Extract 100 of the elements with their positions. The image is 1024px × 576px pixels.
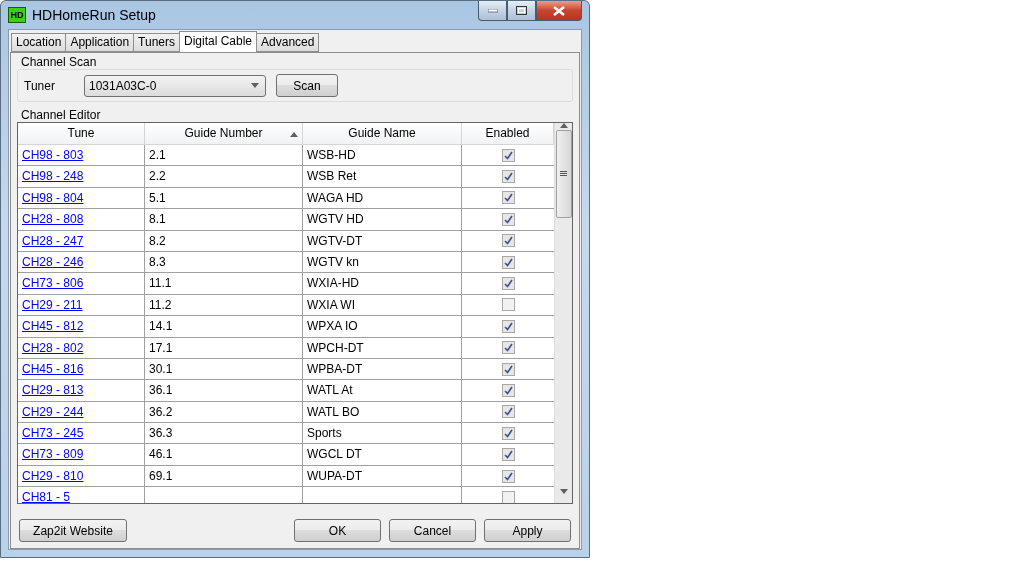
- table-cell: 30.1: [145, 358, 303, 381]
- check-icon: [503, 386, 513, 395]
- scroll-thumb[interactable]: [555, 130, 572, 218]
- enabled-checkbox[interactable]: [501, 469, 515, 483]
- table-cell: WUPA-DT: [303, 465, 462, 488]
- tune-link[interactable]: CH45 - 812: [22, 319, 84, 334]
- sort-arrow-icon: [290, 132, 298, 137]
- enabled-checkbox[interactable]: [501, 426, 515, 440]
- table-cell: 69.1: [145, 465, 303, 488]
- tune-link[interactable]: CH29 - 810: [22, 468, 84, 483]
- window-title: HDHomeRun Setup: [32, 7, 156, 23]
- enabled-checkbox[interactable]: [501, 170, 515, 184]
- check-icon: [503, 172, 513, 182]
- table-cell: WATL BO: [303, 401, 462, 424]
- tab[interactable]: Application: [65, 33, 135, 52]
- dialog-button[interactable]: OK: [294, 519, 381, 542]
- enabled-checkbox[interactable]: [501, 448, 515, 462]
- table-cell: WSB-HD: [303, 145, 462, 167]
- table-cell: WATL At: [303, 380, 462, 402]
- table-cell: WAGA HD: [303, 187, 462, 210]
- close-icon: [553, 5, 565, 16]
- dialog-button[interactable]: Apply: [484, 519, 571, 542]
- app-logo: HD: [8, 7, 26, 23]
- tune-link[interactable]: CH73 - 809: [22, 447, 84, 462]
- table-cell: WSB Ret: [303, 166, 462, 188]
- enabled-checkbox[interactable]: [501, 298, 515, 312]
- tuner-dropdown[interactable]: 1031A03C-0: [84, 74, 266, 97]
- table-cell: WXIA WI: [303, 294, 462, 317]
- tune-link[interactable]: CH29 - 244: [22, 404, 84, 419]
- tune-link[interactable]: CH73 - 245: [22, 426, 84, 441]
- check-icon: [503, 193, 513, 203]
- enabled-checkbox[interactable]: [501, 212, 515, 226]
- group-title: Channel Editor: [21, 108, 102, 122]
- table-cell: 8.3: [145, 251, 303, 274]
- enabled-checkbox[interactable]: [501, 362, 515, 376]
- table-cell: 36.2: [145, 401, 303, 424]
- grip-icon: [560, 171, 567, 177]
- check-icon: [503, 364, 513, 374]
- tune-link[interactable]: CH29 - 813: [22, 383, 84, 398]
- column-header[interactable]: Guide Number: [145, 123, 303, 145]
- tune-link[interactable]: CH98 - 248: [22, 169, 84, 184]
- tune-link[interactable]: CH45 - 816: [22, 361, 84, 376]
- table-cell: Sports: [303, 423, 462, 445]
- tune-link[interactable]: CH98 - 803: [22, 148, 84, 162]
- tab[interactable]: Digital Cable: [179, 31, 258, 52]
- column-header[interactable]: Tune: [18, 123, 145, 145]
- tab[interactable]: Advanced: [256, 33, 320, 52]
- check-icon: [503, 236, 513, 246]
- minimize-icon: [487, 8, 498, 13]
- table-cell: 14.1: [145, 316, 303, 338]
- tune-link[interactable]: CH28 - 808: [22, 212, 84, 227]
- enabled-checkbox[interactable]: [501, 191, 515, 205]
- tab[interactable]: Location: [11, 33, 67, 52]
- table-cell: WPBA-DT: [303, 358, 462, 381]
- check-icon: [503, 428, 513, 438]
- tune-link[interactable]: CH28 - 802: [22, 340, 84, 355]
- table-cell: 46.1: [145, 444, 303, 466]
- enabled-checkbox[interactable]: [501, 234, 515, 248]
- tab[interactable]: Tuners: [133, 33, 180, 52]
- enabled-checkbox[interactable]: [501, 490, 515, 503]
- table-cell: WXIA-HD: [303, 273, 462, 295]
- tune-link[interactable]: CH98 - 804: [22, 190, 84, 205]
- table-cell: WGTV-DT: [303, 230, 462, 252]
- scrollbar[interactable]: [554, 123, 572, 503]
- check-icon: [503, 321, 513, 331]
- tune-link[interactable]: CH73 - 806: [22, 276, 84, 291]
- tune-link[interactable]: CH81 - 5: [22, 490, 71, 503]
- tune-link[interactable]: CH28 - 247: [22, 233, 84, 248]
- maximize-button[interactable]: [507, 1, 536, 21]
- website-button[interactable]: Zap2it Website: [19, 519, 127, 542]
- table-cell: WGTV HD: [303, 209, 462, 231]
- scroll-down-icon: [559, 489, 568, 494]
- minimize-button[interactable]: [478, 1, 507, 21]
- dropdown-arrow-icon: [251, 83, 259, 88]
- table-cell: WGTV kn: [303, 251, 462, 274]
- tuner-label: Tuner: [24, 78, 56, 93]
- group-title: Channel Scan: [21, 55, 98, 69]
- dialog-button[interactable]: Cancel: [389, 519, 476, 542]
- enabled-checkbox[interactable]: [501, 319, 515, 333]
- table-cell: 17.1: [145, 337, 303, 359]
- check-icon: [503, 214, 513, 224]
- check-icon: [503, 471, 513, 481]
- table-cell: 11.2: [145, 294, 303, 317]
- enabled-checkbox[interactable]: [501, 148, 515, 162]
- enabled-checkbox[interactable]: [501, 255, 515, 269]
- table-cell: 2.2: [145, 166, 303, 188]
- column-header[interactable]: Guide Name: [303, 123, 462, 145]
- check-icon: [503, 257, 513, 267]
- scan-button[interactable]: Scan: [276, 74, 338, 97]
- close-button[interactable]: [536, 1, 582, 21]
- tune-link[interactable]: CH28 - 246: [22, 254, 84, 269]
- tune-link[interactable]: CH29 - 211: [22, 297, 83, 312]
- enabled-checkbox[interactable]: [501, 341, 515, 355]
- table-cell: 8.2: [145, 230, 303, 252]
- check-icon: [503, 150, 513, 160]
- enabled-checkbox[interactable]: [501, 384, 515, 397]
- table-cell: WGCL DT: [303, 444, 462, 466]
- enabled-checkbox[interactable]: [501, 277, 515, 291]
- enabled-checkbox[interactable]: [501, 405, 515, 419]
- column-header[interactable]: Enabled: [462, 123, 554, 145]
